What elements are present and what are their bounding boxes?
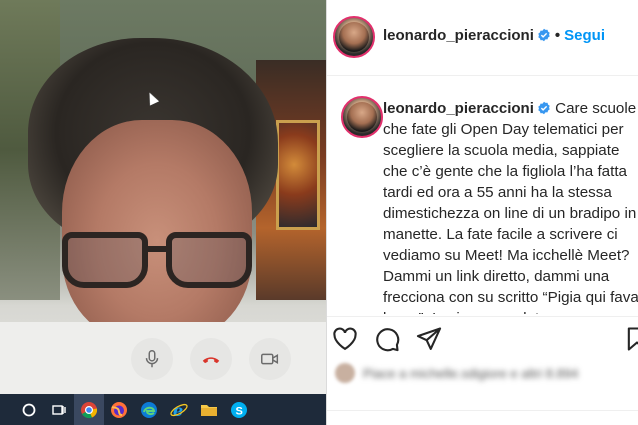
post-details-panel: leonardo_pieraccioni • Segui leonardo_pier…	[327, 0, 638, 425]
edge-icon[interactable]	[134, 394, 164, 425]
caption-username-link[interactable]: leonardo_pieraccioni	[383, 100, 534, 117]
start-search-icon[interactable]	[14, 394, 44, 425]
firefox-icon[interactable]	[104, 394, 134, 425]
hangup-button[interactable]	[190, 338, 232, 380]
follow-button[interactable]: Segui	[564, 27, 605, 44]
heart-icon[interactable]	[331, 325, 359, 353]
caption-body: Care scuole che fate gli Open Day telema…	[383, 100, 638, 314]
post-action-bar	[327, 316, 638, 360]
microphone-icon	[145, 350, 159, 368]
windows-taskbar: e S	[0, 394, 326, 425]
mic-button[interactable]	[131, 338, 173, 380]
header-user-line: leonardo_pieraccioni • Segui	[383, 27, 605, 44]
verified-badge-icon	[538, 28, 550, 42]
person-glasses	[62, 232, 252, 292]
file-explorer-icon[interactable]	[194, 394, 224, 425]
person-face	[62, 120, 252, 340]
likes-summary: Piace a michelle.sdigiore e altri 8.894	[327, 360, 638, 386]
caption-avatar[interactable]	[341, 96, 383, 138]
post-footer	[327, 410, 638, 425]
task-view-icon[interactable]	[44, 394, 74, 425]
header-username-link[interactable]: leonardo_pieraccioni	[383, 27, 534, 44]
caption-text-block: leonardo_pieraccioni Care scuole che fat…	[383, 98, 638, 314]
header-separator: •	[554, 27, 561, 44]
avatar[interactable]	[333, 16, 375, 58]
background-painting	[276, 120, 320, 230]
svg-text:e: e	[173, 401, 183, 420]
post-caption: leonardo_pieraccioni Care scuole che fat…	[327, 76, 638, 314]
camera-button[interactable]	[249, 338, 291, 380]
post-header: leonardo_pieraccioni • Segui	[327, 0, 638, 76]
share-icon[interactable]	[415, 325, 443, 353]
chrome-icon[interactable]	[74, 394, 104, 425]
svg-text:S: S	[236, 405, 243, 417]
likes-text[interactable]: Piace a michelle.sdigiore e altri 8.894	[363, 366, 578, 381]
phone-hangup-icon	[202, 357, 220, 364]
post-media-image: e S	[0, 0, 326, 425]
liker-avatar[interactable]	[335, 363, 355, 383]
video-camera-icon	[261, 353, 279, 365]
bookmark-icon[interactable]	[623, 325, 638, 353]
verified-badge-icon	[538, 101, 550, 115]
internet-explorer-icon[interactable]: e	[164, 394, 194, 425]
skype-icon[interactable]: S	[224, 394, 254, 425]
comment-icon[interactable]	[373, 325, 401, 353]
